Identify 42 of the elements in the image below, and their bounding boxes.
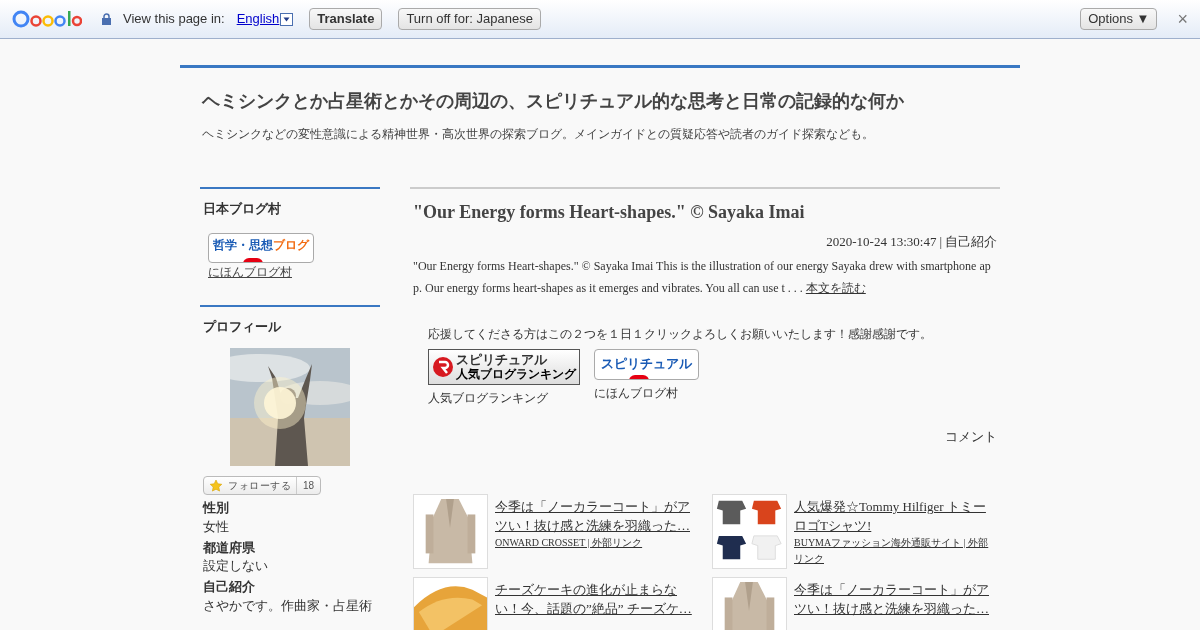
ad-title-link[interactable]: 今季は「ノーカラーコート」がアツい！抜け感と洗練を羽織った… <box>495 497 698 535</box>
lock-icon <box>102 13 111 25</box>
field-value: さやかです。作曲家・占星術 <box>203 596 372 614</box>
field-label: 都道府県 <box>203 538 256 557</box>
section-heading: プロフィール <box>203 317 282 336</box>
google-logo <box>12 8 82 30</box>
close-button[interactable]: × <box>1177 10 1188 28</box>
ad-source-link[interactable]: BUYMAファッション海外通販サイト | 外部リンク <box>794 535 997 567</box>
blog-village-banner[interactable]: 哲学・思想ブログ <box>208 232 314 263</box>
field-label: 性別 <box>203 499 230 517</box>
ad-source-link[interactable]: ONWARD CROSSET | 外部リンク <box>495 535 698 551</box>
follow-button[interactable]: フォローする 18 <box>203 476 322 495</box>
turn-off-button[interactable]: Turn off for: Japanese <box>398 8 541 30</box>
read-more-link[interactable]: 本文を読む <box>805 280 866 295</box>
separator-text: | <box>939 234 942 249</box>
ad-title-link[interactable]: 人気爆発☆Tommy Hilfiger トミーロゴTシャツ! <box>794 497 997 535</box>
dropdown-icon <box>280 12 294 26</box>
star-icon <box>209 478 223 493</box>
category-link[interactable]: 自己紹介 <box>945 234 997 249</box>
banner-link[interactable]: にほんブログ村 <box>594 383 678 402</box>
comment-link[interactable]: コメント <box>413 426 997 446</box>
field-value: 設定しない <box>203 557 268 574</box>
section-heading: 日本ブログ村 <box>203 200 282 218</box>
banner-link[interactable]: 人気ブログランキング <box>428 388 548 407</box>
blog-village-banner[interactable]: スピリチュアル <box>594 348 699 380</box>
translate-button[interactable]: Translate <box>309 8 383 30</box>
field-label: 自己紹介 <box>203 578 256 596</box>
field-value: 女性 <box>203 517 229 535</box>
ad-title-link[interactable]: 今季は「ノーカラーコート」がアツい！抜け感と洗練を羽織った… <box>794 580 997 618</box>
post-date: 2020-10-24 13:30:47 <box>826 234 937 249</box>
translate-label: View this page in: <box>123 10 225 29</box>
options-button[interactable]: Options ▼ <box>1080 8 1158 30</box>
post-title: "Our Energy forms Heart-shapes." © Sayaka Imai <box>413 201 806 224</box>
support-message: 応援してくださる方はこの２つを１日１クリックよろしくお願いいたします！感謝感謝です。 <box>428 325 933 343</box>
ranking-banner[interactable]: スピリチュアル 人気ブログランキング <box>428 348 580 385</box>
blog-title: ヘミシンクとか占星術とかその周辺の、スピリチュアル的な思考と日常の記録的な何か <box>202 90 905 113</box>
ad-title-link[interactable]: チーズケーキの進化が止まらない！今、話題の”絶品” チーズケ… <box>495 580 698 618</box>
blog-subtitle: ヘミシンクなどの変性意識による精神世界・高次世界の探索ブログ。メインガイドとの質疑応答や読者のガイド探索なども。 <box>202 126 875 143</box>
language-link[interactable]: English <box>236 9 294 29</box>
follow-count: 18 <box>296 477 321 494</box>
village-link[interactable]: にほんブログ村 <box>208 262 292 281</box>
post-excerpt: "Our Energy forms Heart-shapes." © Sayaka Imai This is the illustration of our energy Sayaka drew with smartphone app. Our energy forms heart-shapes as it emerges and vibrates. You all can use t . . . 本文を読む <box>413 257 992 297</box>
